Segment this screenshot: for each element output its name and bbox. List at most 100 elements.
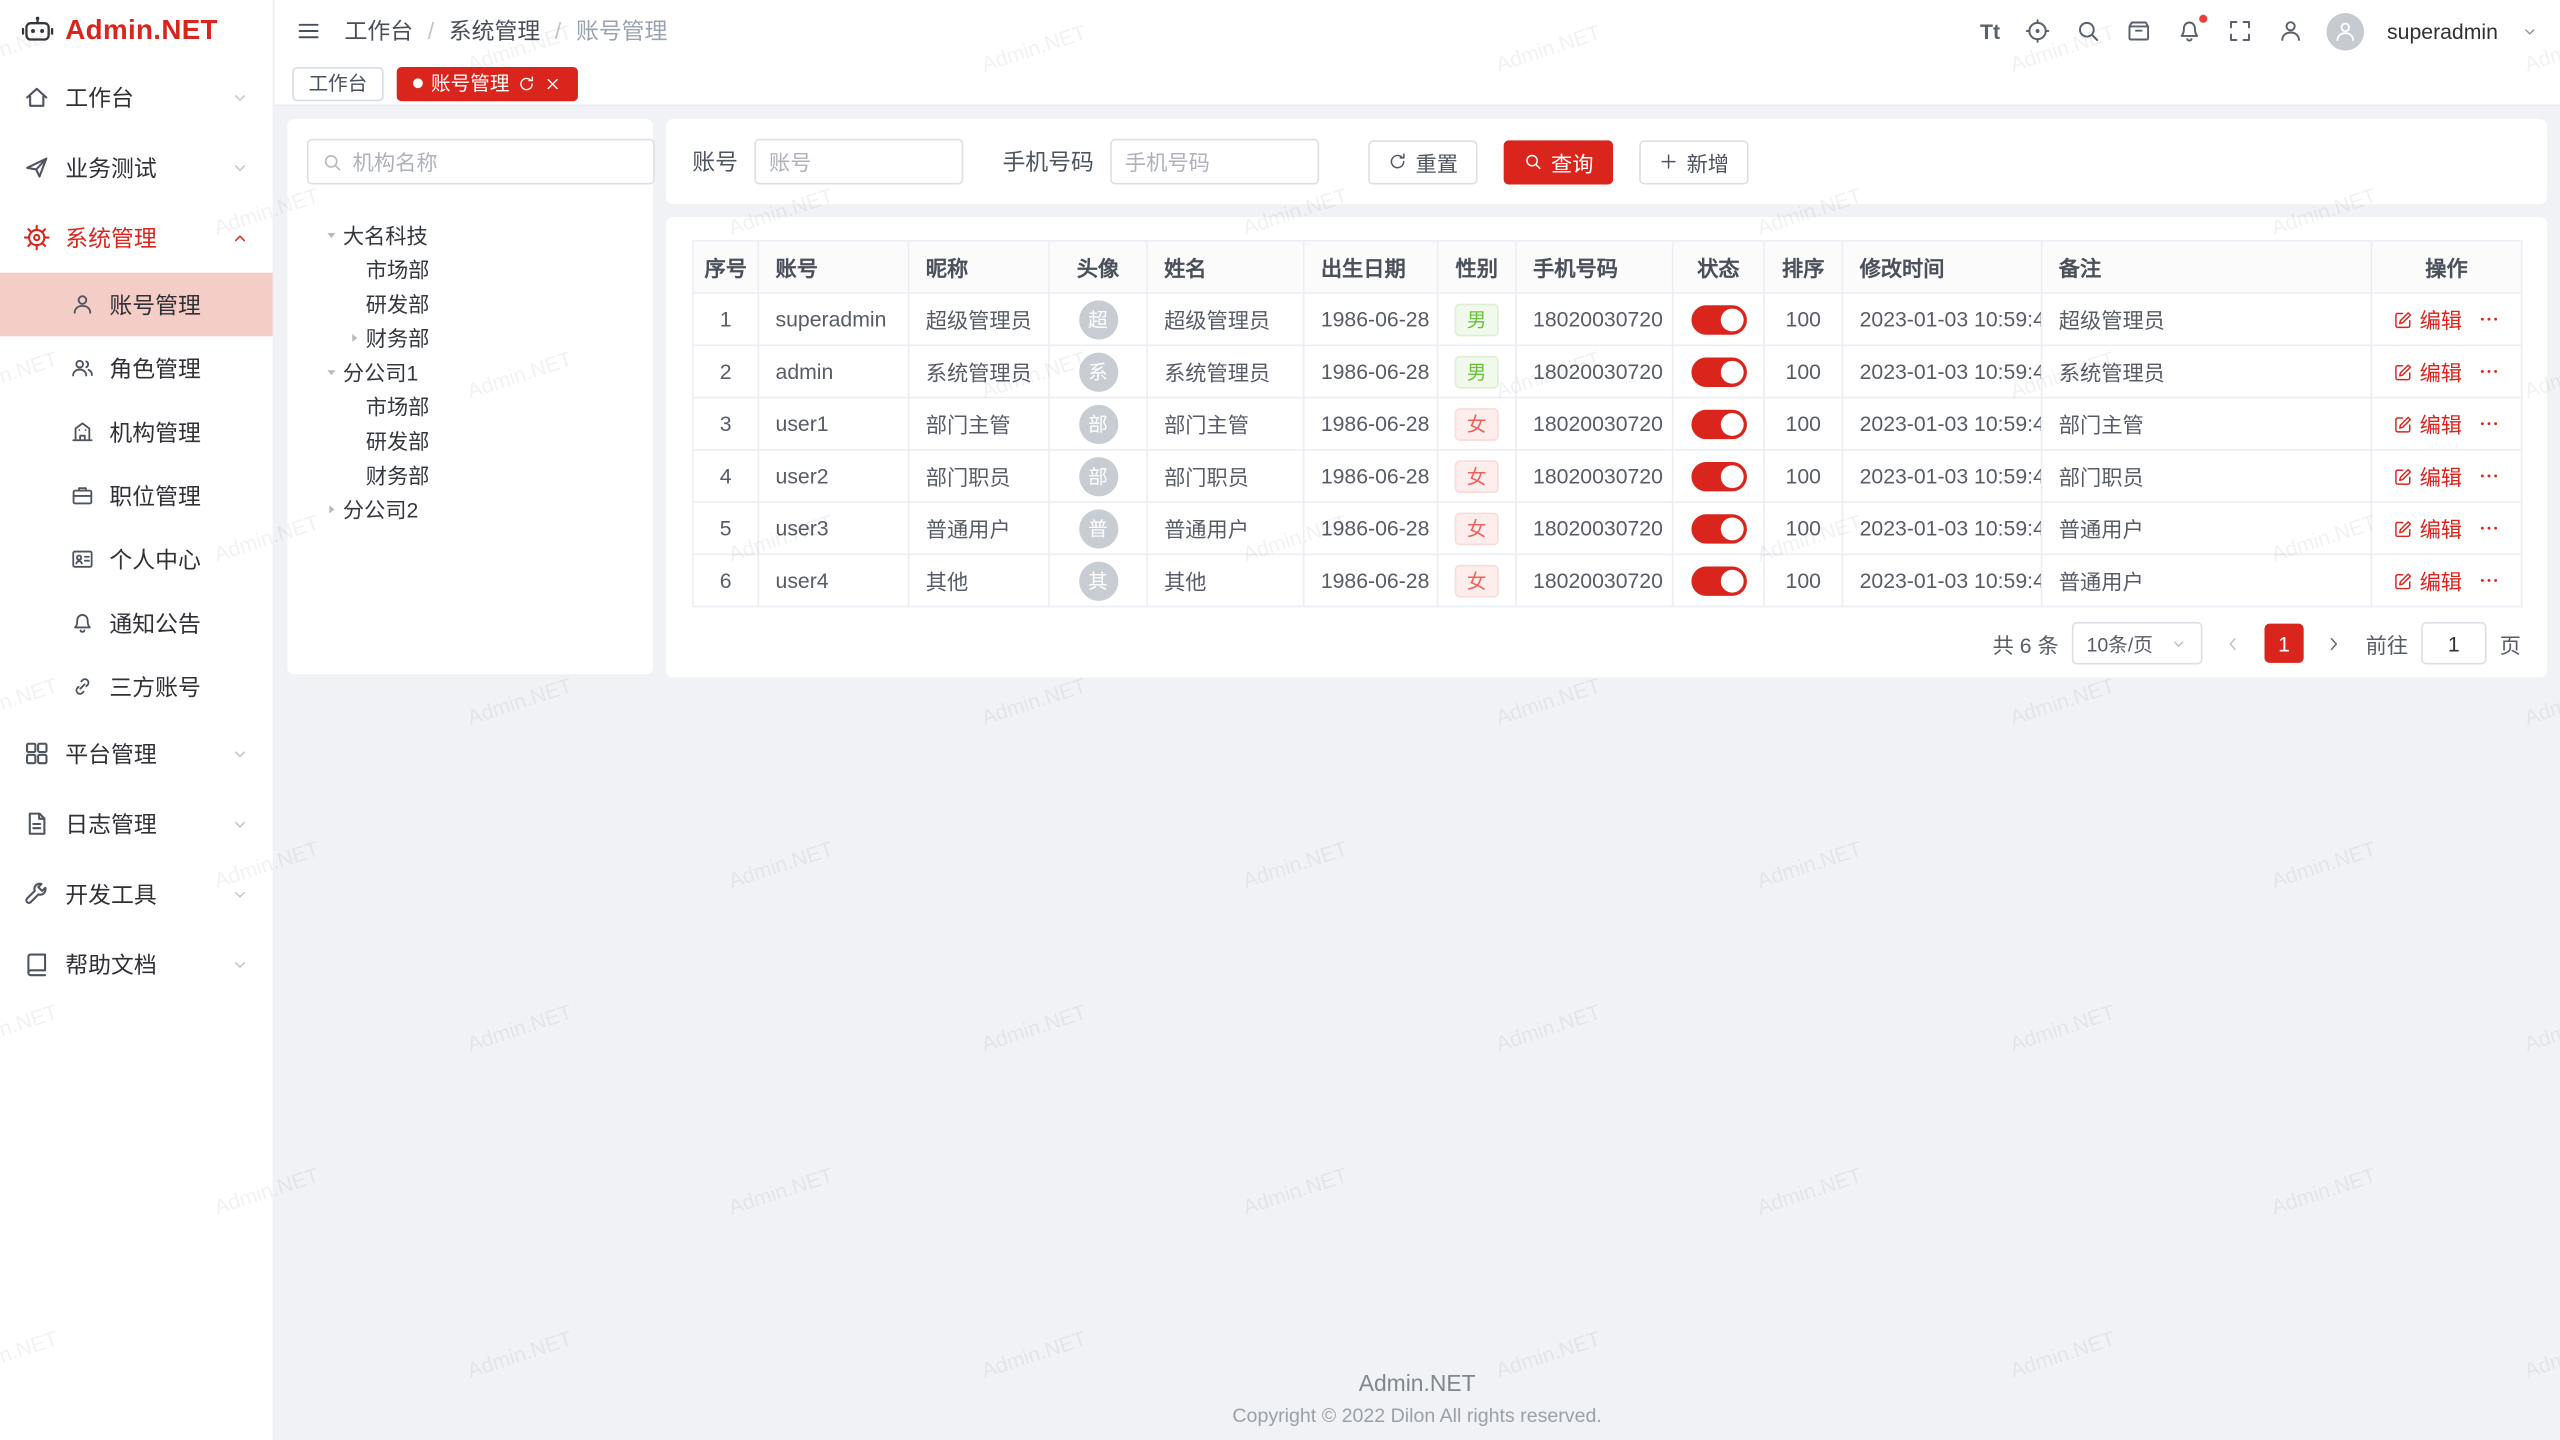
breadcrumb-item-system[interactable]: 系统管理: [449, 15, 540, 48]
edit-button[interactable]: 编辑: [2393, 356, 2462, 387]
tree-node-5[interactable]: 市场部: [307, 389, 634, 423]
cell-actions: 编辑: [2371, 293, 2521, 345]
row-more-button[interactable]: [2478, 465, 2499, 486]
account-input[interactable]: [754, 139, 963, 185]
cell-birth: 1986-06-28: [1304, 502, 1438, 554]
gender-badge: 男: [1455, 355, 1497, 388]
user-icon[interactable]: [2278, 18, 2304, 44]
sidebar-subitem-0[interactable]: 账号管理: [0, 273, 273, 337]
status-toggle[interactable]: [1691, 304, 1747, 333]
cell-actions: 编辑: [2371, 450, 2521, 502]
target-icon[interactable]: [2025, 18, 2051, 44]
chevron-down-icon[interactable]: [2521, 22, 2539, 40]
caret-right-icon[interactable]: [343, 329, 366, 345]
sidebar-subitem-1[interactable]: 角色管理: [0, 336, 273, 400]
document-icon: [23, 810, 51, 838]
tree-node-0[interactable]: 大名科技: [307, 217, 634, 251]
status-toggle[interactable]: [1691, 409, 1747, 438]
caret-down-icon[interactable]: [320, 226, 343, 242]
username[interactable]: superadmin: [2387, 19, 2498, 43]
sidebar-item-5[interactable]: 开发工具: [0, 859, 273, 929]
sidebar-subitem-6[interactable]: 三方账号: [0, 655, 273, 719]
table-row-2: 3user1部门主管部部门主管1986-06-28女18020030720100…: [693, 398, 2522, 450]
sidebar-item-4[interactable]: 日志管理: [0, 789, 273, 859]
cell-actions: 编辑: [2371, 502, 2521, 554]
sidebar-item-6[interactable]: 帮助文档: [0, 929, 273, 999]
next-page-button[interactable]: [2317, 625, 2353, 661]
tree-node-3[interactable]: 财务部: [307, 320, 634, 354]
sidebar-item-0[interactable]: 工作台: [0, 62, 273, 132]
sidebar-subitem-2[interactable]: 机构管理: [0, 400, 273, 464]
table-row-5: 6user4其他其其他1986-06-28女180200307201002023…: [693, 554, 2522, 606]
cell-no: 3: [693, 398, 758, 450]
row-more-button[interactable]: [2478, 518, 2499, 539]
sidebar-item-1[interactable]: 业务测试: [0, 132, 273, 202]
row-more-button[interactable]: [2478, 309, 2499, 330]
notification-bell-icon[interactable]: [2176, 18, 2202, 44]
add-button[interactable]: 新增: [1639, 140, 1748, 184]
user-avatar[interactable]: [2327, 12, 2365, 50]
sidebar-menu: 工作台业务测试系统管理账号管理角色管理机构管理职位管理个人中心通知公告三方账号平…: [0, 62, 273, 999]
close-icon[interactable]: [544, 74, 562, 92]
breadcrumb-separator: /: [428, 18, 434, 44]
sidebar-item-label: 日志管理: [65, 807, 230, 840]
row-more-button[interactable]: [2478, 361, 2499, 382]
prev-page-button[interactable]: [2215, 625, 2251, 661]
edit-button[interactable]: 编辑: [2393, 565, 2462, 596]
status-toggle[interactable]: [1691, 357, 1747, 386]
sidebar-item-3[interactable]: 平台管理: [0, 718, 273, 788]
reset-button[interactable]: 重置: [1368, 140, 1477, 184]
refresh-icon[interactable]: [518, 74, 536, 92]
edit-button[interactable]: 编辑: [2393, 513, 2462, 544]
breadcrumb-item-workbench[interactable]: 工作台: [344, 15, 413, 48]
page-number-button[interactable]: 1: [2264, 624, 2303, 663]
edit-icon: [2393, 571, 2413, 591]
logo[interactable]: Admin.NET: [0, 0, 273, 62]
edit-button[interactable]: 编辑: [2393, 460, 2462, 491]
content-area: 大名科技市场部研发部财务部分公司1市场部研发部财务部分公司2 账号 手机号码 重…: [274, 106, 2560, 1440]
caret-right-icon[interactable]: [320, 500, 343, 516]
breadcrumb-separator: /: [555, 18, 561, 44]
search-icon[interactable]: [2075, 18, 2101, 44]
tree-node-2[interactable]: 研发部: [307, 286, 634, 320]
page-size-select[interactable]: 10条/页: [2072, 622, 2203, 664]
tree-node-6[interactable]: 研发部: [307, 423, 634, 457]
sidebar-subitem-5[interactable]: 通知公告: [0, 591, 273, 655]
status-toggle[interactable]: [1691, 513, 1747, 542]
cell-account: user4: [758, 554, 908, 606]
tab-workbench[interactable]: 工作台: [292, 66, 383, 100]
tab-account-management[interactable]: 账号管理: [397, 66, 578, 100]
hamburger-menu-icon[interactable]: [296, 18, 322, 44]
edit-button[interactable]: 编辑: [2393, 304, 2462, 335]
phone-input[interactable]: [1110, 139, 1319, 185]
reset-label: 重置: [1416, 146, 1458, 177]
chevron-up-icon: [230, 228, 250, 248]
row-more-button[interactable]: [2478, 570, 2499, 591]
fullscreen-icon[interactable]: [2227, 18, 2253, 44]
sidebar-item-2[interactable]: 系统管理: [0, 202, 273, 272]
caret-down-icon[interactable]: [320, 363, 343, 379]
edit-button[interactable]: 编辑: [2393, 408, 2462, 439]
tree-node-1[interactable]: 市场部: [307, 251, 634, 285]
search-icon: [322, 151, 343, 172]
search-button[interactable]: 查询: [1504, 140, 1613, 184]
org-search-input[interactable]: [353, 149, 640, 173]
tree-node-label: 研发部: [366, 424, 430, 455]
edit-icon: [2393, 362, 2413, 382]
goto-page-input[interactable]: [2421, 622, 2486, 664]
query-bar: 账号 手机号码 重置 查询 新增: [666, 119, 2547, 204]
cell-actions: 编辑: [2371, 554, 2521, 606]
tree-node-7[interactable]: 财务部: [307, 457, 634, 491]
cell-status: [1673, 502, 1764, 554]
sidebar-subitem-3[interactable]: 职位管理: [0, 464, 273, 528]
cell-gender: 女: [1438, 502, 1516, 554]
tree-node-8[interactable]: 分公司2: [307, 491, 634, 525]
status-toggle[interactable]: [1691, 461, 1747, 490]
row-more-button[interactable]: [2478, 413, 2499, 434]
status-toggle[interactable]: [1691, 566, 1747, 595]
box-icon[interactable]: [2126, 18, 2152, 44]
sidebar-subitem-4[interactable]: 个人中心: [0, 527, 273, 591]
gear-icon: [23, 224, 51, 252]
tree-node-4[interactable]: 分公司1: [307, 354, 634, 388]
font-size-icon[interactable]: Tt: [1980, 20, 2000, 41]
